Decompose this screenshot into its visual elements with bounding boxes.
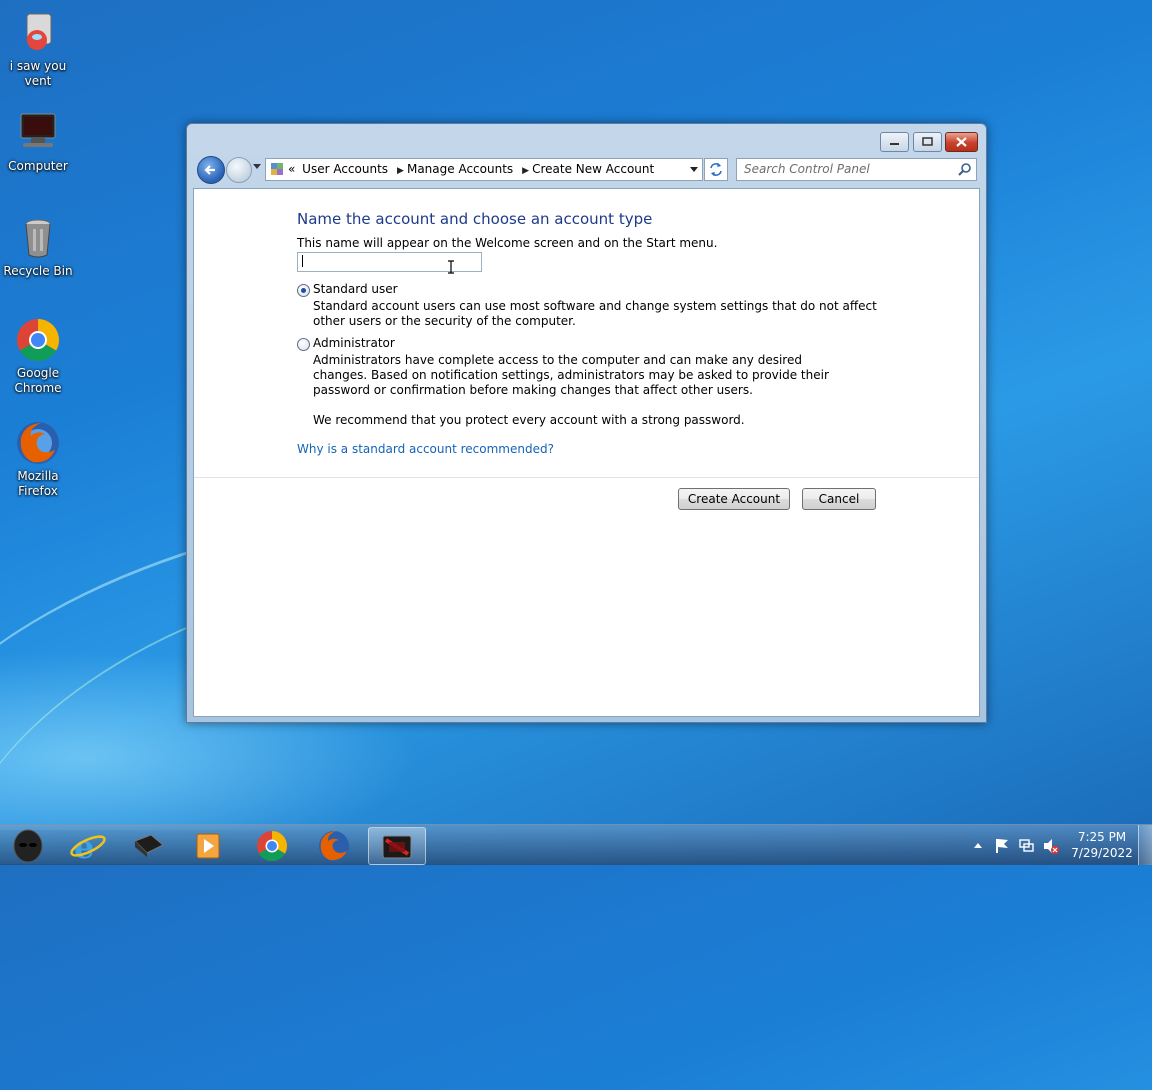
control-panel-icon bbox=[270, 162, 284, 176]
password-recommendation: We recommend that you protect every acco… bbox=[313, 413, 745, 427]
show-desktop-button[interactable] bbox=[1138, 825, 1152, 865]
system-tray bbox=[972, 825, 1062, 865]
why-standard-account-link[interactable]: Why is a standard account recommended? bbox=[297, 442, 554, 456]
account-name-input[interactable] bbox=[297, 252, 482, 272]
name-instruction: This name will appear on the Welcome scr… bbox=[297, 236, 718, 250]
page-title: Name the account and choose an account t… bbox=[297, 210, 653, 228]
navigation-bar: « User Accounts ▶ Manage Accounts ▶ Create N… bbox=[195, 155, 979, 184]
firefox-icon bbox=[15, 420, 61, 466]
chevron-down-icon[interactable] bbox=[690, 167, 698, 172]
desktop-icon-i-saw-you-vent[interactable]: i saw you vent bbox=[0, 10, 76, 89]
taskbar-control-panel[interactable] bbox=[368, 827, 426, 865]
desktop-icon-label: Computer bbox=[8, 159, 68, 173]
breadcrumb-create-new-account[interactable]: Create New Account bbox=[532, 162, 654, 176]
minimize-button[interactable] bbox=[880, 132, 909, 152]
network-icon[interactable] bbox=[1019, 839, 1034, 852]
standard-user-radio[interactable] bbox=[297, 284, 310, 297]
administrator-description: Administrators have complete access to t… bbox=[313, 353, 829, 397]
breadcrumb-user-accounts[interactable]: User Accounts bbox=[302, 162, 388, 176]
administrator-radio[interactable] bbox=[297, 338, 310, 351]
close-button[interactable] bbox=[945, 132, 978, 152]
desktop-icon-label: Google Chrome bbox=[14, 366, 62, 395]
game-icon bbox=[134, 834, 164, 857]
content-pane: Name the account and choose an account t… bbox=[193, 188, 980, 717]
taskbar: e 7:25 PM 7/29/2022 bbox=[0, 824, 1152, 866]
computer-icon bbox=[15, 110, 61, 156]
taskbar-app-dark[interactable] bbox=[121, 827, 177, 863]
breadcrumb-manage-accounts[interactable]: Manage Accounts bbox=[407, 162, 513, 176]
standard-user-description: Standard account users can use most soft… bbox=[313, 299, 877, 328]
clock-time: 7:25 PM bbox=[1077, 830, 1127, 844]
recycle-bin-icon bbox=[15, 215, 61, 261]
recent-pages-dropdown[interactable] bbox=[253, 164, 261, 169]
restore-button[interactable] bbox=[913, 132, 942, 152]
desktop-icon-label: Mozilla Firefox bbox=[17, 469, 59, 498]
desktop-icon-google-chrome[interactable]: Google Chrome bbox=[0, 317, 76, 396]
taskbar-mozilla-firefox[interactable] bbox=[306, 827, 362, 863]
standard-user-label[interactable]: Standard user bbox=[313, 282, 398, 296]
desktop-icon-computer[interactable]: Computer bbox=[0, 110, 76, 174]
chevron-right-icon[interactable]: ▶ bbox=[397, 166, 404, 176]
search-placeholder: Search Control Panel bbox=[744, 162, 870, 176]
desktop-icon-label: Recycle Bin bbox=[3, 264, 73, 278]
taskbar-internet-explorer[interactable]: e bbox=[60, 827, 116, 866]
divider bbox=[194, 477, 979, 478]
search-box[interactable]: Search Control Panel bbox=[736, 158, 977, 181]
breadcrumb: « User Accounts ▶ Manage Accounts ▶ Create N… bbox=[288, 162, 657, 176]
forward-button[interactable] bbox=[226, 157, 252, 183]
refresh-button[interactable] bbox=[704, 158, 728, 181]
action-center-flag-icon[interactable] bbox=[996, 839, 1008, 853]
desktop-icon-recycle-bin[interactable]: Recycle Bin bbox=[0, 215, 76, 279]
address-bar[interactable]: « User Accounts ▶ Manage Accounts ▶ Create N… bbox=[265, 158, 703, 181]
create-account-button[interactable]: Create Account bbox=[678, 488, 790, 510]
create-account-window: « User Accounts ▶ Manage Accounts ▶ Create N… bbox=[186, 123, 987, 723]
volume-muted-icon[interactable] bbox=[1044, 839, 1059, 854]
system-clock[interactable]: 7:25 PM 7/29/2022 bbox=[1062, 829, 1142, 861]
desktop-icon-label: i saw you vent bbox=[9, 59, 67, 88]
clock-date: 7/29/2022 bbox=[1071, 846, 1133, 860]
search-icon[interactable] bbox=[958, 162, 972, 179]
administrator-label[interactable]: Administrator bbox=[313, 336, 395, 350]
desktop-icon-mozilla-firefox[interactable]: Mozilla Firefox bbox=[0, 420, 76, 499]
taskbar-media-player[interactable] bbox=[180, 827, 236, 863]
taskbar-google-chrome[interactable] bbox=[244, 827, 300, 863]
breadcrumb-overflow[interactable]: « bbox=[288, 162, 295, 176]
back-button[interactable] bbox=[197, 156, 225, 184]
cancel-button[interactable]: Cancel bbox=[802, 488, 876, 510]
chrome-icon bbox=[15, 317, 61, 363]
chrome-icon bbox=[257, 831, 288, 862]
firefox-icon bbox=[319, 831, 349, 861]
start-button[interactable] bbox=[2, 827, 54, 863]
chevron-right-icon[interactable]: ▶ bbox=[522, 166, 529, 176]
show-hidden-icons[interactable] bbox=[974, 843, 982, 848]
app-icon bbox=[15, 10, 61, 56]
internet-explorer-icon: e bbox=[70, 828, 106, 866]
media-player-icon bbox=[196, 833, 220, 859]
user-accounts-icon bbox=[382, 835, 412, 859]
